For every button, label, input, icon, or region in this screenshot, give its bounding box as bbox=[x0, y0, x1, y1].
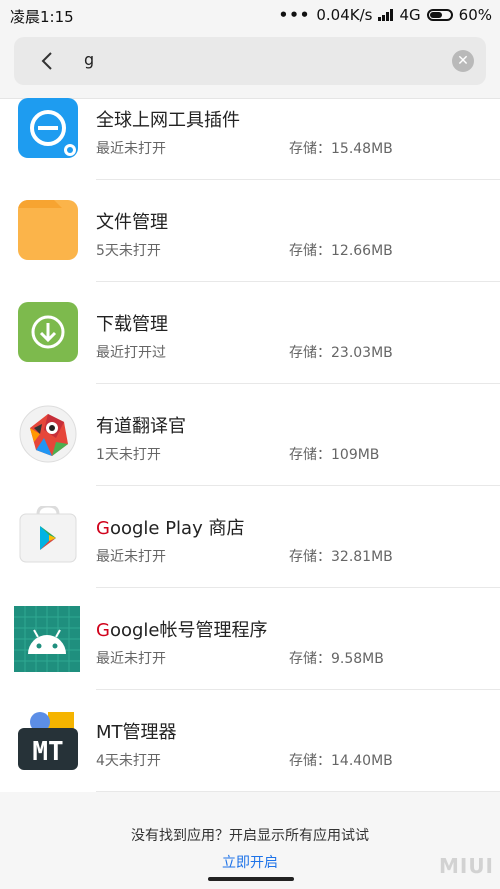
search-input[interactable]: g bbox=[84, 50, 94, 69]
folder-icon bbox=[18, 200, 78, 260]
list-item[interactable]: 文件管理 5天未打开 存储：12.66MB bbox=[0, 180, 500, 282]
list-item[interactable]: Google帐号管理程序 最近未打开 存储：9.58MB bbox=[0, 588, 500, 690]
list-item[interactable]: 全球上网工具插件 最近未打开 存储：15.48MB bbox=[0, 98, 500, 180]
search-header: g ✕ bbox=[0, 30, 500, 99]
bottom-panel: 没有找到应用？开启显示所有应用试试 立即开启 MIUI bbox=[0, 792, 500, 889]
empty-hint-text: 没有找到应用？开启显示所有应用试试 bbox=[131, 828, 369, 844]
back-arrow-icon[interactable] bbox=[36, 49, 60, 73]
list-item[interactable]: Google Play 商店 最近未打开 存储：32.81MB bbox=[0, 486, 500, 588]
signal-icon bbox=[378, 9, 394, 21]
home-indicator[interactable] bbox=[208, 877, 294, 881]
svg-text:MT: MT bbox=[32, 737, 63, 767]
parrot-icon bbox=[18, 404, 78, 464]
app-status: 5天未打开 bbox=[96, 243, 161, 259]
app-status: 最近打开过 bbox=[96, 345, 166, 361]
app-name: 文件管理 bbox=[96, 212, 168, 233]
search-box[interactable]: g ✕ bbox=[14, 37, 486, 85]
app-name: Google帐号管理程序 bbox=[96, 616, 267, 642]
network-type: 4G bbox=[399, 6, 421, 24]
app-status: 最近未打开 bbox=[96, 141, 166, 157]
status-time: 凌晨1:15 bbox=[10, 8, 74, 26]
app-name: MT管理器 bbox=[96, 722, 177, 743]
mt-icon: MT bbox=[18, 710, 78, 770]
app-status: 最近未打开 bbox=[96, 549, 166, 565]
list-item[interactable]: 下载管理 最近打开过 存储：23.03MB bbox=[0, 282, 500, 384]
battery-percent: 60% bbox=[458, 6, 492, 24]
battery-icon bbox=[426, 9, 453, 21]
app-name-rest: oogle Play 商店 bbox=[109, 518, 245, 539]
more-dots-icon: ••• bbox=[278, 6, 311, 24]
app-size: 存储：15.48MB bbox=[289, 141, 393, 157]
status-right-group: ••• 0.04K/s 4G 60% bbox=[279, 6, 492, 24]
globe-plane-icon bbox=[18, 98, 78, 158]
android-icon bbox=[14, 606, 80, 672]
app-status: 最近未打开 bbox=[96, 651, 166, 667]
app-size: 存储：9.58MB bbox=[289, 651, 384, 667]
enable-now-link[interactable]: 立即开启 bbox=[0, 852, 500, 872]
highlight-letter: G bbox=[96, 620, 110, 641]
app-status: 1天未打开 bbox=[96, 447, 161, 463]
app-size: 存储：109MB bbox=[289, 447, 380, 463]
list-item[interactable]: MT MT管理器 4天未打开 存储：14.40MB bbox=[0, 690, 500, 792]
miui-watermark: MIUI bbox=[438, 854, 494, 878]
app-status: 4天未打开 bbox=[96, 753, 161, 769]
highlight-letter: G bbox=[96, 518, 110, 539]
app-name: 全球上网工具插件 bbox=[96, 110, 240, 131]
app-name-rest: oogle帐号管理程序 bbox=[109, 620, 268, 641]
app-list: 全球上网工具插件 最近未打开 存储：15.48MB 文件管理 5天未打开 存储：… bbox=[0, 98, 500, 792]
app-size: 存储：23.03MB bbox=[289, 345, 393, 361]
net-speed: 0.04K/s bbox=[316, 6, 373, 24]
list-item[interactable]: 有道翻译官 1天未打开 存储：109MB bbox=[0, 384, 500, 486]
app-name: 有道翻译官 bbox=[96, 416, 186, 437]
app-name: 下载管理 bbox=[96, 314, 168, 335]
app-size: 存储：12.66MB bbox=[289, 243, 393, 259]
status-bar: 凌晨1:15 ••• 0.04K/s 4G 60% bbox=[0, 0, 500, 30]
close-icon: ✕ bbox=[457, 53, 469, 69]
google-play-icon bbox=[18, 504, 78, 566]
app-name: Google Play 商店 bbox=[96, 514, 244, 540]
download-icon bbox=[18, 302, 78, 362]
app-size: 存储：32.81MB bbox=[289, 549, 393, 565]
app-size: 存储：14.40MB bbox=[289, 753, 393, 769]
clear-search-button[interactable]: ✕ bbox=[452, 50, 474, 72]
